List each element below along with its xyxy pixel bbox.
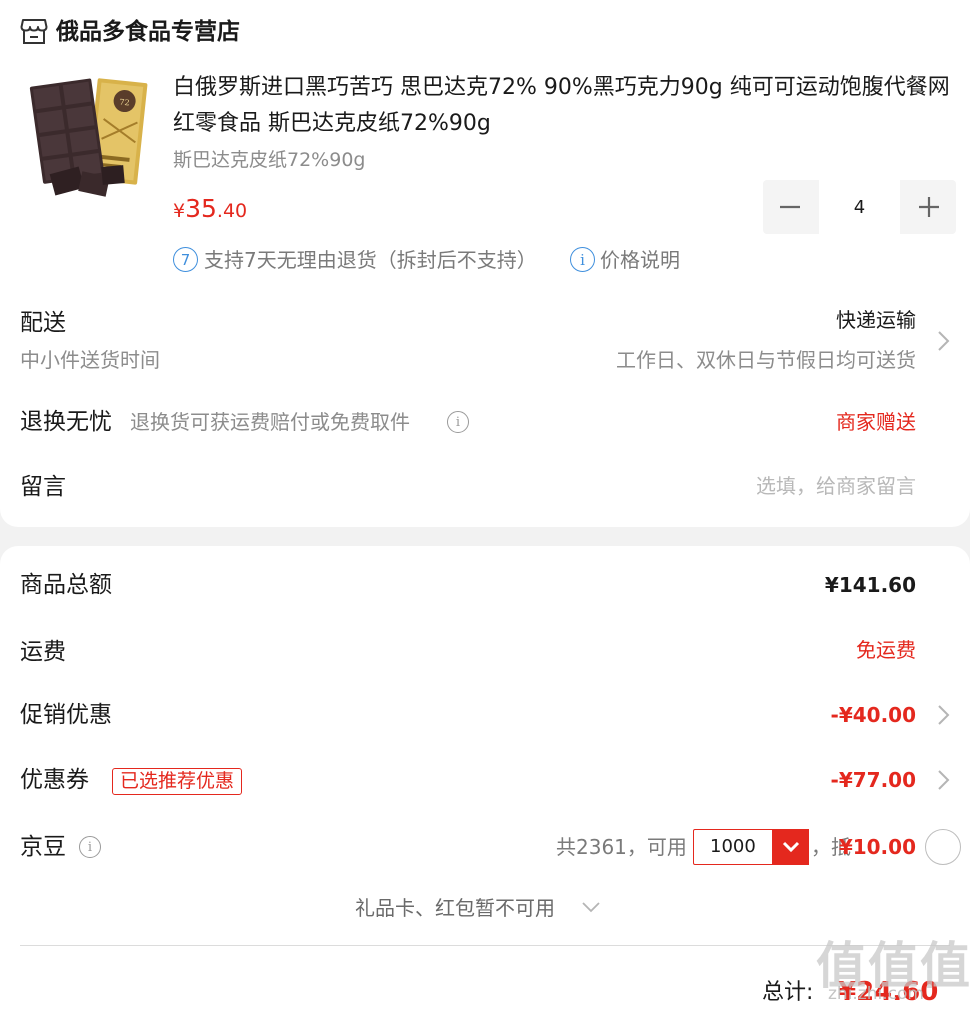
delivery-schedule[interactable]: 工作日、双休日与节假日均可送货 xyxy=(616,345,916,375)
goods-total-label: 商品总额 xyxy=(20,572,112,598)
promotion-value[interactable]: -¥40.00 xyxy=(831,700,916,730)
jd-beans-radio[interactable] xyxy=(925,829,961,865)
increase-quantity-button[interactable] xyxy=(902,180,956,234)
chocolate-bar-image[interactable]: 72 xyxy=(18,70,154,200)
jd-beans-deduct-value: ¥10.00 xyxy=(838,835,916,859)
minus-icon xyxy=(780,205,800,209)
gift-card-unavailable[interactable]: 礼品卡、红包暂不可用 xyxy=(355,893,555,923)
quantity-stepper: 4 xyxy=(763,180,956,234)
worry-free-label: 退换无忧 xyxy=(20,409,112,435)
price-integer: 35 xyxy=(185,194,217,223)
jd-beans-available: 共2361，可用 xyxy=(556,835,687,859)
divider xyxy=(20,945,950,946)
delivery-method[interactable]: 快递运输 xyxy=(836,305,916,335)
price-symbol: ¥ xyxy=(173,200,186,222)
coupon-chevron-right-icon[interactable] xyxy=(936,768,952,792)
svg-text:72: 72 xyxy=(119,98,130,108)
seven-day-return-icon: 7 xyxy=(173,247,198,272)
coupon-label: 优惠券 xyxy=(20,767,89,793)
goods-total-value: ¥141.60 xyxy=(824,573,916,597)
shipping-value: 免运费 xyxy=(856,638,916,662)
jd-beans-info-icon[interactable]: i xyxy=(79,836,101,858)
worry-free-value: 商家赠送 xyxy=(836,410,916,434)
jd-beans-select-value: 1000 xyxy=(710,836,756,857)
delivery-label: 配送 xyxy=(20,310,66,336)
coupon-value[interactable]: -¥77.00 xyxy=(831,765,916,795)
chevron-down-icon[interactable] xyxy=(772,828,809,865)
price-decimal: .40 xyxy=(216,200,248,222)
total-label: 总计: xyxy=(762,980,814,1005)
shop-name[interactable]: 俄品多食品专营店 xyxy=(56,16,240,48)
promotion-chevron-right-icon[interactable] xyxy=(936,703,952,727)
watermark-site: zhi.zhi.com xyxy=(828,984,924,1004)
product-price: ¥35.40 xyxy=(173,192,247,228)
recommended-coupon-tag: 已选推荐优惠 xyxy=(112,768,243,795)
product-spec[interactable]: 斯巴达克皮纸72%90g xyxy=(173,145,365,175)
jd-beans-select[interactable]: 1000 xyxy=(693,828,809,865)
message-label: 留言 xyxy=(20,474,66,500)
delivery-chevron-right-icon[interactable] xyxy=(936,329,952,353)
delivery-sub-label: 中小件送货时间 xyxy=(20,348,160,372)
quantity-input[interactable]: 4 xyxy=(819,180,900,234)
decrease-quantity-button[interactable] xyxy=(763,180,817,234)
gift-card-chevron-down-icon[interactable] xyxy=(581,899,601,918)
promotion-label: 促销优惠 xyxy=(20,702,112,728)
return-policy-text[interactable]: 支持7天无理由退货（拆封后不支持） xyxy=(204,246,537,274)
message-input[interactable]: 选填，给商家留言 xyxy=(756,471,916,501)
shipping-label: 运费 xyxy=(20,639,66,665)
worry-free-info-icon[interactable]: i xyxy=(447,411,469,433)
jd-beans-label: 京豆 xyxy=(20,834,66,860)
price-info-icon: i xyxy=(570,247,595,272)
price-explanation-link[interactable]: 价格说明 xyxy=(600,246,680,274)
plus-icon xyxy=(919,197,939,217)
worry-free-description: 退换货可获运费赔付或免费取件 xyxy=(130,410,410,434)
order-item-card: 俄品多食品专营店 72 白俄罗斯进口黑巧苦巧 思巴达克72% 90%黑巧克力90… xyxy=(0,0,970,527)
product-title[interactable]: 白俄罗斯进口黑巧苦巧 思巴达克72% 90%黑巧克力90g 纯可可运动饱腹代餐网… xyxy=(173,70,953,142)
store-icon xyxy=(20,16,48,46)
